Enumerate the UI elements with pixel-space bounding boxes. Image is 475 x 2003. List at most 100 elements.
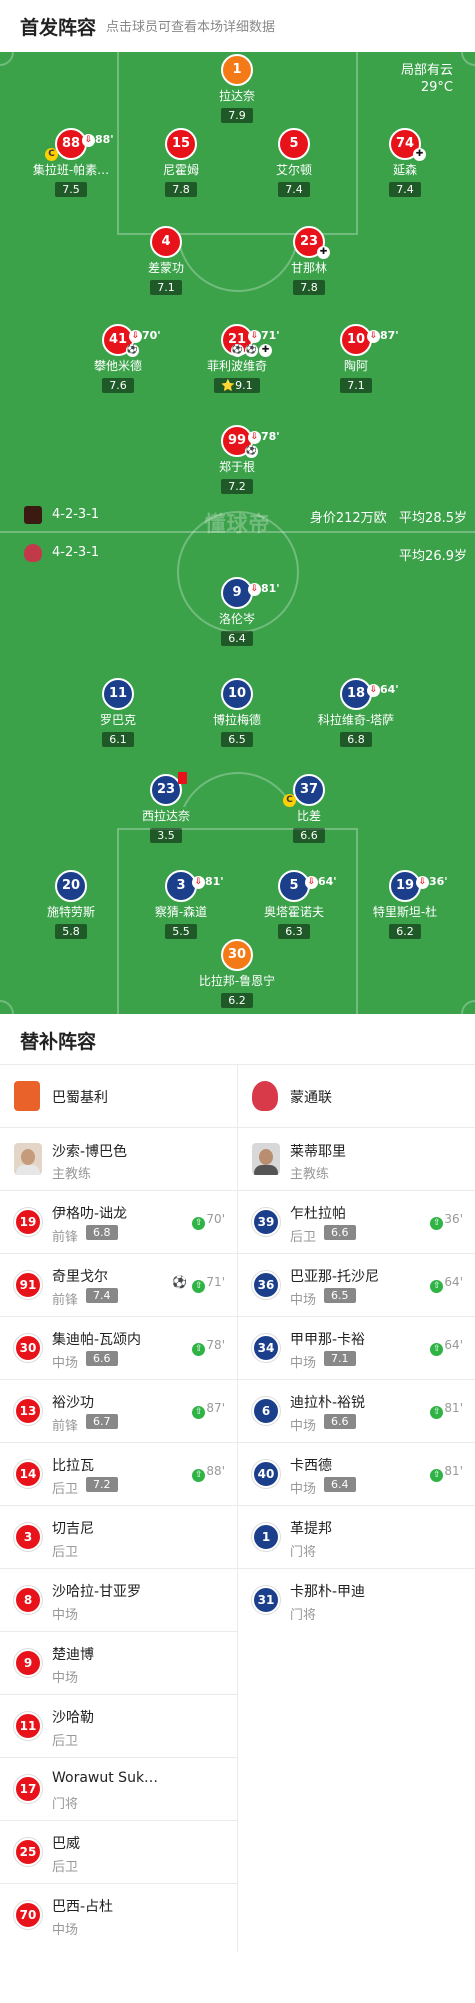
lineup-hint: 点击球员可查看本场详细数据 xyxy=(106,20,276,35)
player-card[interactable]: 9 ⇩ 81' 洛伦岑 6.4 xyxy=(177,577,297,646)
sub-time: 78' xyxy=(261,430,280,443)
player-name: 郑于根 xyxy=(218,460,255,474)
sub-on-icon: ⇧ xyxy=(430,1280,444,1293)
sub-player-row[interactable]: 17 Worawut Suk… 门将 xyxy=(0,1758,237,1821)
player-card[interactable]: 30 比拉邦-鲁恩宁 6.2 xyxy=(177,939,297,1008)
jersey-number: 34 xyxy=(252,1334,280,1362)
home-team-header[interactable]: 巴蜀基利 xyxy=(0,1065,237,1128)
player-card[interactable]: 5 艾尔顿 7.4 xyxy=(234,128,354,197)
sub-on-icon: ⇧ xyxy=(192,1469,206,1482)
player-card[interactable]: 41 ⇩ 70' ⚽ 攀他米德 7.6 xyxy=(58,324,178,393)
sub-time: 36' xyxy=(444,1212,463,1226)
jersey-number: 40 xyxy=(252,1460,280,1488)
jersey-number: 10 xyxy=(346,332,366,347)
player-rating: 3.5 xyxy=(150,828,182,843)
player-card[interactable]: 19 ⇩ 36' 特里斯坦-杜 6.2 xyxy=(345,870,465,939)
player-name: 比拉瓦 xyxy=(52,1458,94,1474)
injury-icon: ✚ xyxy=(413,148,426,161)
coach-name: 莱蒂耶里 xyxy=(290,1144,346,1160)
sub-on-icon: ⇧ xyxy=(192,1343,206,1356)
home-coach-row[interactable]: 沙索-博巴色 主教练 xyxy=(0,1128,237,1191)
player-rating: 6.4 xyxy=(324,1477,356,1492)
player-position: 后卫 xyxy=(290,1230,317,1245)
sub-player-row[interactable]: 34 甲甲那-卡裕 中场 7.1 ⇧ 64' xyxy=(238,1317,475,1380)
sub-player-row[interactable]: 3 切吉尼 后卫 xyxy=(0,1506,237,1569)
sub-player-row[interactable]: 1 革提邦 门将 xyxy=(238,1506,475,1569)
sub-player-row[interactable]: 31 卡那朴-甲迪 门将 xyxy=(238,1569,475,1632)
home-team-info: 4-2-3-1 身价212万欧 平均28.5岁 xyxy=(0,504,475,526)
player-name: 比拉邦-鲁恩宁 xyxy=(198,974,276,988)
jersey-number: 30 xyxy=(221,939,253,971)
goal-ball-icon: ⚽ xyxy=(172,1275,187,1289)
player-position: 门将 xyxy=(290,1545,317,1560)
player-name: 特里斯坦-杜 xyxy=(372,905,438,919)
jersey-number: 88 xyxy=(61,136,81,151)
away-team-header[interactable]: 蒙通联 xyxy=(238,1065,475,1128)
mvp-star-icon: ⭐ xyxy=(221,379,236,392)
player-rating: 5.8 xyxy=(55,924,87,939)
sub-player-row[interactable]: 36 巴亚那-托沙尼 中场 6.5 ⇧ 64' xyxy=(238,1254,475,1317)
player-card[interactable]: 21 ⇩ 71' ⚽ ⚽ ✚ 菲利波维奇 ⭐9.1 xyxy=(177,324,297,393)
player-card[interactable]: 37 C 比差 6.6 xyxy=(249,774,369,843)
player-card[interactable]: 23 西拉达奈 3.5 xyxy=(106,772,226,843)
player-rating: 5.5 xyxy=(165,924,197,939)
sub-player-row[interactable]: 19 伊格叻-诎龙 前锋 6.8 ⇧ 70' xyxy=(0,1191,237,1254)
sub-player-row[interactable]: 30 集迪帕-瓦颂内 中场 6.6 ⇧ 78' xyxy=(0,1317,237,1380)
sub-off-icon: ⇩ xyxy=(416,875,429,889)
player-position: 后卫 xyxy=(52,1545,79,1560)
player-card[interactable]: 10 博拉梅德 6.5 xyxy=(177,678,297,747)
sub-on-marker: ⇧ 71' xyxy=(192,1275,225,1293)
jersey-number: 19 xyxy=(14,1208,42,1236)
sub-player-row[interactable]: 39 乍杜拉帕 后卫 6.6 ⇧ 36' xyxy=(238,1191,475,1254)
player-name: 延森 xyxy=(392,163,417,177)
sub-player-row[interactable]: 13 裕沙功 前锋 6.7 ⇧ 87' xyxy=(0,1380,237,1443)
sub-on-icon: ⇧ xyxy=(430,1217,444,1230)
player-name: 差蒙功 xyxy=(147,261,184,275)
player-card[interactable]: 15 尼霍姆 7.8 xyxy=(121,128,241,197)
player-card[interactable]: 18 ⇩ 64' 科拉维奇-塔萨 6.8 xyxy=(296,678,416,747)
sub-off-icon: ⇩ xyxy=(367,329,380,343)
substitutes-section: 替补阵容 巴蜀基利 沙索-博巴色 主教练 19 伊格叻-诎龙 前锋 6.8 ⇧ 7… xyxy=(0,1014,475,2003)
sub-player-row[interactable]: 14 比拉瓦 后卫 7.2 ⇧ 88' xyxy=(0,1443,237,1506)
player-position: 中场 xyxy=(52,1608,79,1623)
player-position: 前锋 xyxy=(52,1293,79,1308)
sub-player-row[interactable]: 70 巴西-占杜 中场 xyxy=(0,1884,237,1947)
coach-name: 沙索-博巴色 xyxy=(52,1144,128,1160)
player-card[interactable]: 11 罗巴克 6.1 xyxy=(58,678,178,747)
corner-arc xyxy=(461,1000,475,1014)
player-rating: 7.1 xyxy=(340,378,372,393)
player-card[interactable]: 5 ⇩ 64' 奥塔霍诺夫 6.3 xyxy=(234,870,354,939)
player-card[interactable]: 20 施特劳斯 5.8 xyxy=(11,870,131,939)
player-position: 后卫 xyxy=(52,1734,79,1749)
sub-player-row[interactable]: 8 沙哈拉-甘亚罗 中场 xyxy=(0,1569,237,1632)
injury-icon: ✚ xyxy=(259,344,272,357)
sub-player-row[interactable]: 11 沙哈勒 后卫 xyxy=(0,1695,237,1758)
sub-player-row[interactable]: 9 楚迪博 中场 xyxy=(0,1632,237,1695)
sub-time: 70' xyxy=(142,329,161,342)
sub-player-row[interactable]: 25 巴威 后卫 xyxy=(0,1821,237,1884)
player-card[interactable]: 10 ⇩ 87' 陶阿 7.1 xyxy=(296,324,416,393)
player-position: 前锋 xyxy=(52,1230,79,1245)
player-card[interactable]: 74 ✚ 延森 7.4 xyxy=(345,128,465,197)
sub-on-marker: ⇧ 81' xyxy=(430,1401,463,1419)
player-rating: 7.8 xyxy=(293,280,325,295)
away-coach-row[interactable]: 莱蒂耶里 主教练 xyxy=(238,1128,475,1191)
player-rating: 7.4 xyxy=(278,182,310,197)
player-card[interactable]: 1 拉达奈 7.9 xyxy=(177,54,297,123)
sub-player-row[interactable]: 40 卡西德 中场 6.4 ⇧ 81' xyxy=(238,1443,475,1506)
player-card[interactable]: 3 ⇩ 81' 察猜-森道 5.5 xyxy=(121,870,241,939)
sub-player-row[interactable]: 91 奇里戈尔 前锋 7.4 ⚽ ⇧ 71' xyxy=(0,1254,237,1317)
player-rating: 7.2 xyxy=(86,1477,118,1492)
player-name: 巴威 xyxy=(52,1836,80,1852)
sub-on-icon: ⇧ xyxy=(430,1469,444,1482)
player-rating: 6.1 xyxy=(102,732,134,747)
player-card[interactable]: 4 差蒙功 7.1 xyxy=(106,226,226,295)
player-card[interactable]: 99 ⇩ 78' ⚽ 郑于根 7.2 xyxy=(177,425,297,494)
player-name: 乍杜拉帕 xyxy=(290,1206,346,1222)
player-card[interactable]: 23 ✚ 甘那林 7.8 xyxy=(249,226,369,295)
sub-player-row[interactable]: 6 迪拉朴-裕锐 中场 6.6 ⇧ 81' xyxy=(238,1380,475,1443)
player-card[interactable]: 88 ⇩ 88' C 集拉班-帕素… 7.5 xyxy=(11,128,131,197)
player-name: 沙哈拉-甘亚罗 xyxy=(52,1584,142,1600)
home-formation: 4-2-3-1 xyxy=(52,507,100,522)
player-name: 楚迪博 xyxy=(52,1647,94,1663)
